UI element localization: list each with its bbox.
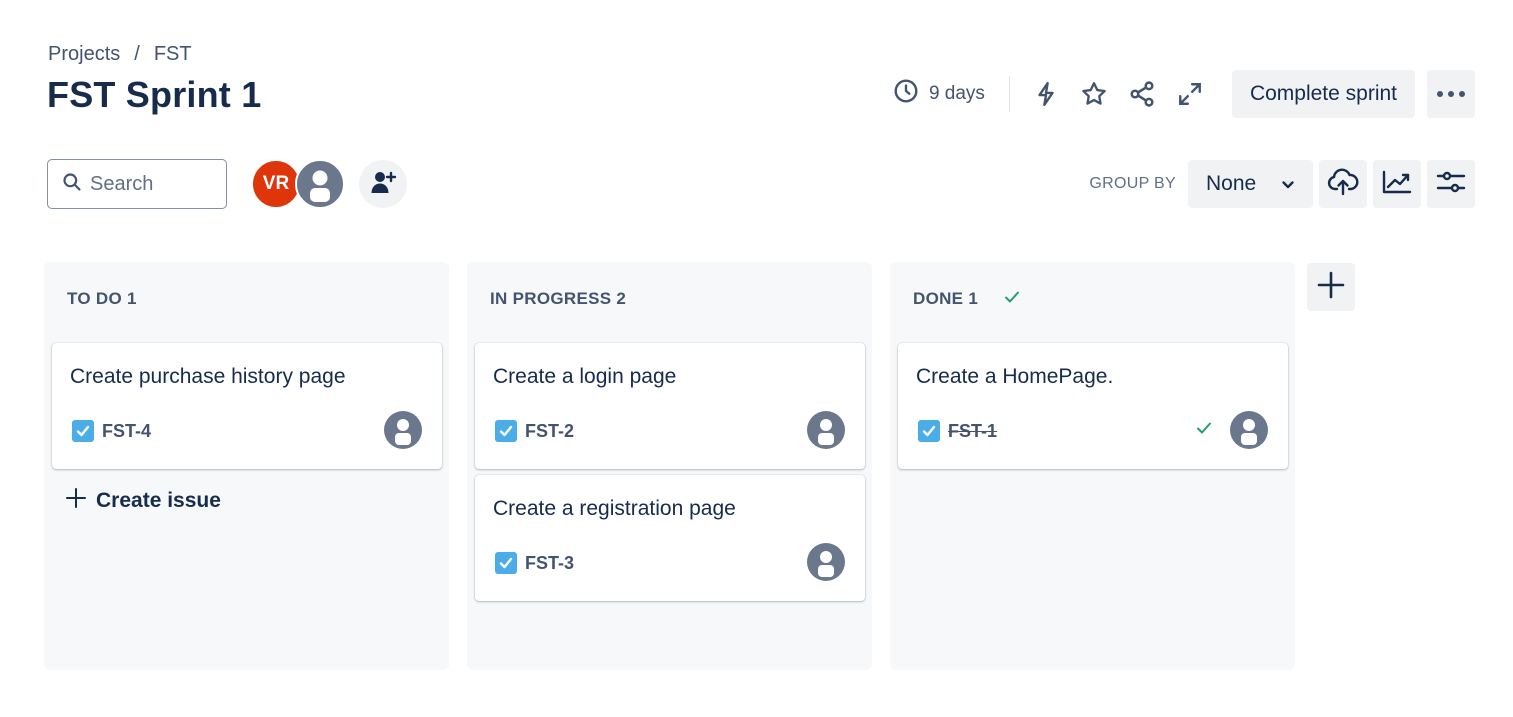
person-icon <box>818 551 834 577</box>
card-key: FST-3 <box>495 552 574 574</box>
share-icon <box>1128 80 1156 108</box>
star-icon <box>1080 80 1108 108</box>
card-title: Create a registration page <box>493 497 736 520</box>
card-title: Create a HomePage. <box>916 365 1114 388</box>
person-icon <box>1241 419 1257 445</box>
days-label: 9 days <box>928 83 985 104</box>
insights-button[interactable] <box>1373 160 1421 208</box>
card-key: FST-4 <box>72 420 151 442</box>
done-checkmark-icon <box>1196 421 1212 440</box>
board-column-done: DONE 1 Create a HomePage. FST-1 <box>890 262 1295 670</box>
add-column-button[interactable] <box>1307 263 1355 311</box>
board-view-controls: GROUP BY None <box>1089 160 1475 208</box>
issue-card[interactable]: Create purchase history page FST-4 <box>52 343 442 469</box>
group-by-select[interactable]: None <box>1188 160 1313 208</box>
view-settings-button[interactable] <box>1427 160 1475 208</box>
lightning-icon <box>1033 80 1059 108</box>
sliders-icon <box>1436 169 1466 200</box>
column-title: TO DO 1 <box>67 289 137 308</box>
issue-card[interactable]: Create a registration page FST-3 <box>475 475 865 601</box>
assignee-avatar[interactable] <box>1230 411 1268 449</box>
expand-icon <box>1177 81 1203 107</box>
task-checkbox-icon <box>72 420 94 442</box>
more-actions-button[interactable] <box>1427 70 1475 118</box>
plus-icon <box>66 488 86 514</box>
automation-button[interactable] <box>1022 70 1070 118</box>
add-person-icon <box>369 168 397 201</box>
sprint-days-remaining: 9 days <box>893 76 1010 112</box>
issue-card[interactable]: Create a HomePage. FST-1 <box>898 343 1288 469</box>
cloud-upload-icon <box>1327 167 1359 202</box>
avatar-vr[interactable]: VR <box>251 159 301 209</box>
card-title: Create purchase history page <box>70 365 346 388</box>
assignee-avatar[interactable] <box>384 411 422 449</box>
chevron-down-icon <box>1281 172 1295 196</box>
add-people-button[interactable] <box>359 160 407 208</box>
person-icon <box>395 419 411 445</box>
board-toolbar: VR <box>47 159 407 209</box>
more-icon <box>1436 85 1466 103</box>
fullscreen-button[interactable] <box>1166 70 1214 118</box>
issue-key: FST-4 <box>102 420 152 441</box>
breadcrumb: Projects / FST <box>48 41 192 67</box>
breadcrumb-projects-link[interactable]: Projects <box>48 43 120 66</box>
breadcrumb-project-link[interactable]: FST <box>154 43 192 66</box>
task-checkbox-icon <box>918 420 940 442</box>
board-column-in-progress: IN PROGRESS 2 Create a login page FST-2 … <box>467 262 872 670</box>
create-issue-label: Create issue <box>96 489 221 512</box>
header-actions: 9 days Complete sprint <box>893 70 1475 118</box>
column-header: IN PROGRESS 2 <box>490 289 626 309</box>
assignee-avatar[interactable] <box>807 543 845 581</box>
search-icon <box>62 172 82 197</box>
share-button[interactable] <box>1118 70 1166 118</box>
complete-sprint-button[interactable]: Complete sprint <box>1231 70 1415 118</box>
column-title: DONE 1 <box>913 289 979 308</box>
card-title: Create a login page <box>493 365 677 388</box>
board-column-todo: TO DO 1 Create purchase history page FST… <box>44 262 449 670</box>
group-by-value: None <box>1206 172 1257 195</box>
card-key: FST-1 <box>918 420 997 442</box>
group-by-label: GROUP BY <box>1089 175 1176 192</box>
star-button[interactable] <box>1070 70 1118 118</box>
person-icon <box>310 170 330 202</box>
checkmark-icon <box>1004 289 1020 309</box>
search-input[interactable] <box>90 172 210 196</box>
breadcrumb-separator: / <box>134 42 140 65</box>
column-header: TO DO 1 <box>67 289 137 309</box>
column-title: IN PROGRESS 2 <box>490 289 627 308</box>
release-button[interactable] <box>1319 160 1367 208</box>
issue-card[interactable]: Create a login page FST-2 <box>475 343 865 469</box>
issue-key: FST-3 <box>525 552 575 573</box>
task-checkbox-icon <box>495 552 517 574</box>
assignee-avatar[interactable] <box>807 411 845 449</box>
assignee-avatars: VR <box>251 159 345 209</box>
task-checkbox-icon <box>495 420 517 442</box>
avatar-unassigned[interactable] <box>295 159 345 209</box>
person-icon <box>818 419 834 445</box>
page-title: FST Sprint 1 <box>47 74 262 115</box>
search-box[interactable] <box>47 159 227 209</box>
column-header: DONE 1 <box>913 289 1020 309</box>
line-chart-icon <box>1381 169 1413 200</box>
card-key: FST-2 <box>495 420 574 442</box>
issue-key: FST-2 <box>525 420 575 441</box>
clock-icon <box>893 78 919 110</box>
issue-key: FST-1 <box>948 420 998 441</box>
create-issue-button[interactable]: Create issue <box>66 488 221 514</box>
plus-icon <box>1317 271 1345 304</box>
